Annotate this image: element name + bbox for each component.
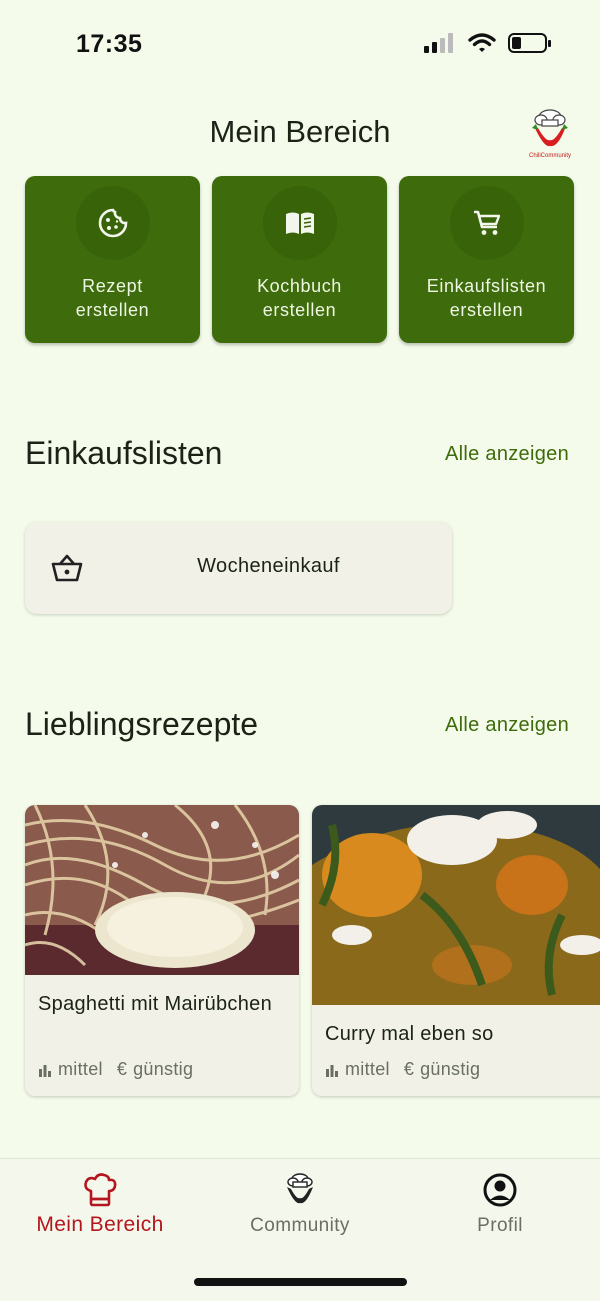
chef-hat-icon bbox=[84, 1173, 117, 1207]
recipe-meta: mittel € günstig bbox=[325, 1059, 480, 1080]
create-cookbook-button[interactable]: Kochbuch erstellen bbox=[212, 176, 387, 343]
nav-item-community[interactable]: Community bbox=[200, 1171, 400, 1237]
action-label: Rezept erstellen bbox=[75, 276, 150, 320]
recipe-title: Curry mal eben so bbox=[325, 1023, 494, 1045]
recipe-price: günstig bbox=[133, 1059, 194, 1079]
nav-label: Mein Bereich bbox=[36, 1213, 164, 1236]
favorites-heading: Lieblingsrezepte bbox=[25, 706, 259, 742]
difficulty-icon bbox=[39, 1064, 51, 1077]
action-row: Rezept erstellen Kochbuch erstellen Eink… bbox=[25, 176, 576, 343]
recipe-card[interactable]: Curry mal eben so mittel € günstig bbox=[312, 805, 600, 1096]
book-icon bbox=[286, 212, 314, 234]
recipe-image bbox=[25, 805, 299, 975]
signal-icon bbox=[424, 33, 453, 53]
profile-icon bbox=[483, 1173, 517, 1207]
status-icons bbox=[424, 32, 552, 54]
recipe-card[interactable]: Spaghetti mit Mairübchen mittel € günsti… bbox=[25, 805, 299, 1096]
action-label: Kochbuch erstellen bbox=[257, 276, 342, 320]
community-logo-icon bbox=[287, 1173, 313, 1204]
recipe-title: Spaghetti mit Mairübchen bbox=[38, 993, 272, 1015]
euro-icon: € bbox=[403, 1059, 415, 1079]
action-label: Einkaufslisten erstellen bbox=[426, 276, 547, 320]
shopping-show-all-link[interactable]: Alle anzeigen bbox=[445, 443, 569, 466]
page-title: Mein Bereich bbox=[209, 114, 391, 149]
shopping-list-item[interactable]: Wocheneinkauf bbox=[25, 522, 452, 614]
cookie-icon bbox=[98, 208, 128, 238]
home-indicator bbox=[194, 1278, 407, 1286]
favorites-show-all-link[interactable]: Alle anzeigen bbox=[445, 714, 569, 737]
recipe-difficulty: mittel bbox=[58, 1059, 103, 1079]
nav-item-profil[interactable]: Profil bbox=[400, 1171, 600, 1237]
status-bar: 17:35 bbox=[0, 0, 600, 90]
wifi-icon bbox=[468, 33, 496, 52]
app-logo: ChiliCommunity bbox=[529, 109, 571, 159]
create-recipe-button[interactable]: Rezept erstellen bbox=[25, 176, 200, 343]
nav-item-mein-bereich[interactable]: Mein Bereich bbox=[0, 1171, 200, 1237]
icon-circle bbox=[263, 186, 337, 260]
recipe-meta: mittel € günstig bbox=[38, 1059, 193, 1080]
cart-icon bbox=[474, 210, 501, 235]
basket-icon bbox=[51, 554, 83, 582]
icon-circle bbox=[450, 186, 524, 260]
nav-label: Profil bbox=[477, 1215, 523, 1236]
icon-circle bbox=[76, 186, 150, 260]
recipe-image bbox=[312, 805, 600, 1005]
recipe-difficulty: mittel bbox=[345, 1059, 390, 1079]
status-time: 17:35 bbox=[76, 30, 143, 58]
logo-text: ChiliCommunity bbox=[529, 153, 571, 159]
shopping-list-label: Wocheneinkauf bbox=[197, 555, 340, 577]
nav-label: Community bbox=[250, 1215, 350, 1236]
euro-icon: € bbox=[116, 1059, 128, 1079]
recipe-price: günstig bbox=[420, 1059, 481, 1079]
shopping-lists-heading: Einkaufslisten bbox=[25, 435, 223, 471]
difficulty-icon bbox=[326, 1064, 338, 1077]
battery-icon bbox=[508, 33, 551, 53]
create-shopping-list-button[interactable]: Einkaufslisten erstellen bbox=[399, 176, 574, 343]
